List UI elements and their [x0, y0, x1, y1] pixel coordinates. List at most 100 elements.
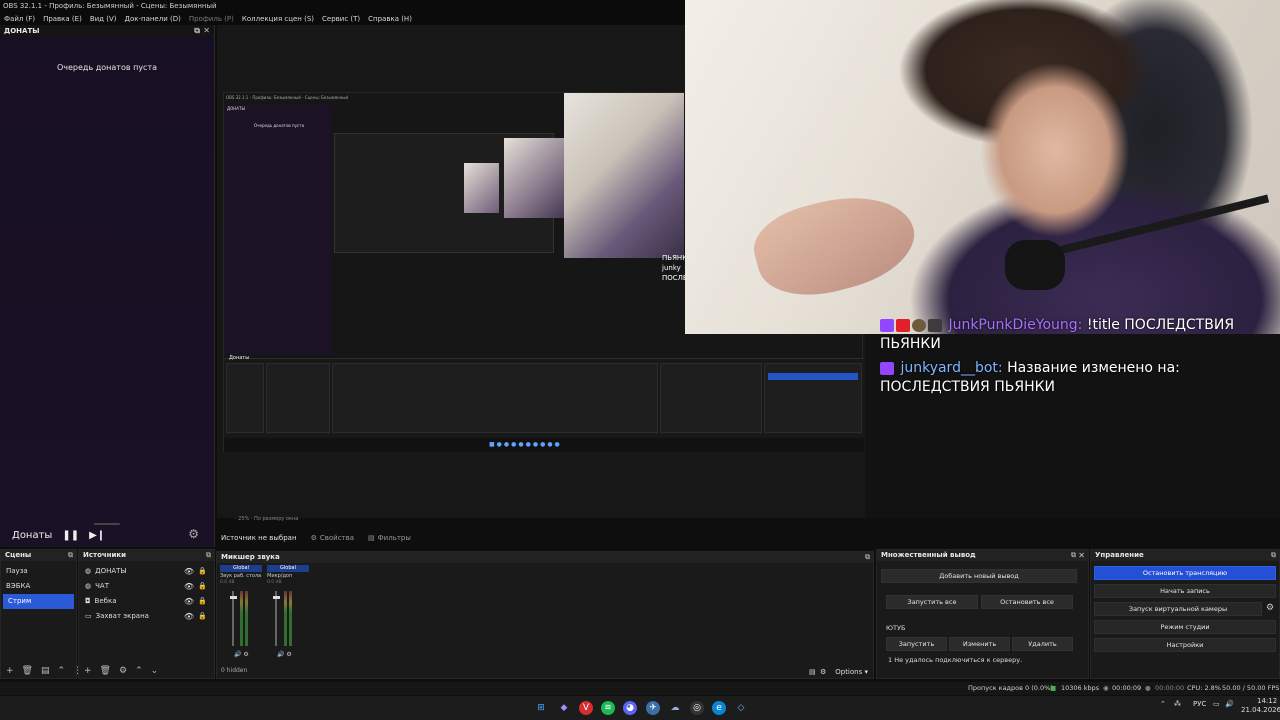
float-icon[interactable]: ⧉: [1071, 550, 1076, 561]
start-output-button[interactable]: Запустить: [886, 637, 947, 651]
float-icon[interactable]: ⧉: [206, 550, 211, 561]
lock-icon[interactable]: 🔒: [198, 594, 207, 609]
filters-button[interactable]: ▤ Фильтры: [368, 534, 411, 542]
stop-stream-button[interactable]: Остановить трансляцию: [1094, 566, 1276, 580]
source-item[interactable]: ◍ ЧАТ 👁 🔒: [79, 579, 214, 594]
trash-icon[interactable]: 🗑: [22, 666, 33, 676]
trash-icon[interactable]: 🗑: [100, 666, 111, 676]
studio-mode-button[interactable]: Режим студии: [1094, 620, 1276, 634]
channel-source[interactable]: Звук раб. стола: [220, 573, 262, 579]
clock-date[interactable]: 21.04.2026: [1241, 706, 1280, 714]
eye-icon[interactable]: 👁: [184, 594, 194, 609]
hidden-badge-icon: [928, 318, 942, 332]
down-icon[interactable]: ⌄: [151, 666, 159, 676]
channel-source[interactable]: Микр/доп: [267, 573, 309, 579]
nested-taskbar-icons: ■●●●●●●●●●: [489, 441, 562, 448]
eye-icon[interactable]: 👁: [184, 564, 194, 579]
layout-icon[interactable]: ▤: [809, 668, 816, 676]
lock-icon[interactable]: 🔒: [198, 564, 207, 579]
up-icon[interactable]: ⌃: [135, 666, 143, 676]
scene-item[interactable]: ВЭБКА: [1, 579, 76, 594]
menu-profile[interactable]: Профиль (P): [189, 15, 234, 23]
float-icon[interactable]: ⧉: [68, 550, 73, 561]
up-icon[interactable]: ⌃: [58, 666, 66, 676]
nested-dock-title: ДОНАТЫ: [227, 106, 245, 111]
source-item[interactable]: ◍ ДОНАТЫ 👁 🔒: [79, 564, 214, 579]
taskbar: ⊞ ◆ V ≋ ◕ ✈ ☁ ◎ e ◇ ⌃ ⁂ РУС ▭ 🔊 14:12 21…: [0, 696, 1280, 720]
donations-dock: ДОНАТЫ ⧉ ✕ Очередь донатов пуста Донаты …: [0, 25, 215, 547]
source-item[interactable]: ◘ Вебка 👁 🔒: [79, 594, 214, 609]
fader-handle[interactable]: [230, 596, 237, 599]
menu-bar: Файл (F) Правка (E) Вид (V) Док-панели (…: [0, 12, 685, 25]
menu-edit[interactable]: Правка (E): [43, 15, 82, 23]
chevron-down-icon: ▾: [864, 668, 868, 676]
delete-output-button[interactable]: Удалить: [1012, 637, 1073, 651]
tray-bluetooth-icon[interactable]: ⁂: [1174, 700, 1181, 708]
menu-tools[interactable]: Сервис (T): [322, 15, 360, 23]
menu-docks[interactable]: Док-панели (D): [124, 15, 180, 23]
start-all-button[interactable]: Запустить все: [886, 595, 978, 609]
gear-icon[interactable]: ⚙: [119, 666, 127, 676]
obs-icon[interactable]: ◎: [690, 701, 704, 715]
lock-icon[interactable]: 🔒: [198, 609, 207, 624]
telegram-icon[interactable]: ✈: [646, 701, 660, 715]
gear-icon[interactable]: ⚙: [188, 527, 199, 541]
add-output-button[interactable]: Добавить новый вывод: [881, 569, 1077, 583]
steam-icon[interactable]: ☁: [668, 701, 682, 715]
speaker-icon[interactable]: 🔊 ⚙: [277, 651, 292, 658]
source-label: ДОНАТЫ: [95, 567, 127, 575]
settings-icon[interactable]: ⚙: [820, 668, 826, 676]
chat-badges: [880, 318, 942, 332]
volume-fader[interactable]: [275, 591, 277, 646]
eye-icon[interactable]: 👁: [184, 609, 194, 624]
scene-item-active[interactable]: Стрим: [3, 594, 74, 609]
spotify-icon[interactable]: ≋: [601, 701, 615, 715]
float-icon[interactable]: ⧉: [1271, 550, 1276, 561]
webcam-microphone: [1005, 240, 1065, 290]
stop-all-button[interactable]: Остановить все: [981, 595, 1073, 609]
properties-button[interactable]: ⚙ Свойства: [311, 534, 354, 542]
add-icon[interactable]: +: [6, 666, 14, 676]
settings-button[interactable]: Настройки: [1094, 638, 1276, 652]
volume-icon[interactable]: 🔊: [1225, 700, 1234, 708]
close-icon[interactable]: ✕: [1078, 550, 1085, 561]
source-item[interactable]: ▭ Захват экрана 👁 🔒: [79, 609, 214, 624]
speaker-icon[interactable]: 🔊 ⚙: [234, 651, 249, 658]
app-icon[interactable]: ◆: [557, 701, 571, 715]
fader-handle[interactable]: [273, 596, 280, 599]
start-icon[interactable]: ⊞: [534, 701, 548, 715]
start-record-button[interactable]: Начать запись: [1094, 584, 1276, 598]
tray-chevron-icon[interactable]: ⌃: [1160, 700, 1166, 708]
virtual-camera-button[interactable]: Запуск виртуальной камеры: [1094, 602, 1262, 616]
discord-icon[interactable]: ◕: [623, 701, 637, 715]
menu-file[interactable]: Файл (F): [4, 15, 35, 23]
mixer-options-button[interactable]: ▤ ⚙ Options ▾: [809, 668, 868, 676]
edit-output-button[interactable]: Изменить: [949, 637, 1010, 651]
menu-view[interactable]: Вид (V): [90, 15, 117, 23]
skip-icon[interactable]: ▶❙: [89, 530, 105, 541]
menu-scene-collection[interactable]: Коллекция сцен (S): [242, 15, 314, 23]
menu-help[interactable]: Справка (H): [368, 15, 412, 23]
channel-name: Global: [267, 565, 309, 572]
float-icon[interactable]: ⧉: [194, 25, 200, 37]
lock-icon[interactable]: 🔒: [198, 579, 207, 594]
gear-icon[interactable]: ⚙: [1266, 603, 1274, 613]
language-indicator[interactable]: РУС: [1193, 700, 1206, 708]
eye-icon[interactable]: 👁: [184, 579, 194, 594]
clock-time[interactable]: 14:12: [1257, 697, 1277, 705]
app2-icon[interactable]: ◇: [734, 701, 748, 715]
webcam-mic-arm: [1044, 194, 1270, 258]
nested-sources: [266, 363, 330, 433]
monitor-icon: ▭: [85, 612, 92, 620]
vivaldi-icon[interactable]: V: [579, 701, 593, 715]
close-icon[interactable]: ✕: [203, 25, 210, 37]
volume-fader[interactable]: [232, 591, 234, 646]
pause-icon[interactable]: ❚❚: [62, 530, 79, 541]
scene-item[interactable]: Пауза: [1, 564, 76, 579]
monitor-icon[interactable]: ▭: [1213, 700, 1220, 708]
float-icon[interactable]: ⧉: [865, 552, 870, 563]
add-icon[interactable]: +: [84, 666, 92, 676]
filter-icon[interactable]: ▤: [41, 666, 50, 676]
edge-icon[interactable]: e: [712, 701, 726, 715]
mixer-channel: Global Звук раб. стола 0.0 dB 🔊 ⚙: [220, 565, 262, 661]
